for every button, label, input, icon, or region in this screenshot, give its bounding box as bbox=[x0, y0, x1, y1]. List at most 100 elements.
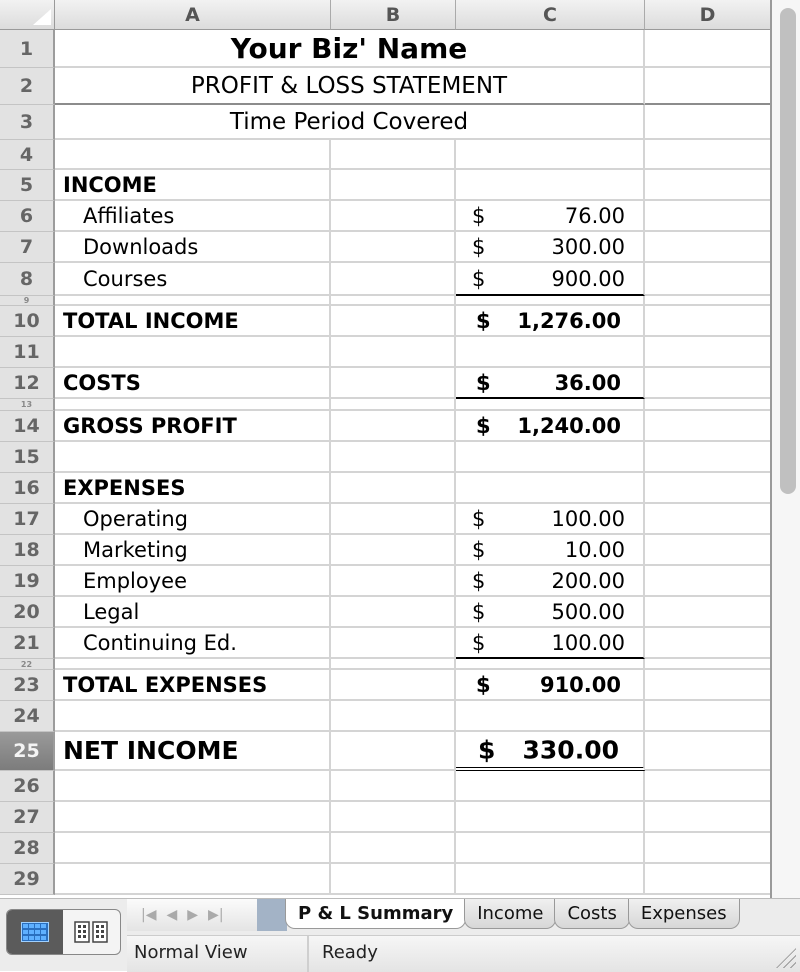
cell-a20[interactable]: Legal bbox=[55, 597, 331, 628]
cell-a4[interactable] bbox=[55, 140, 331, 170]
cell-b17[interactable] bbox=[331, 504, 456, 535]
cell-d22[interactable] bbox=[645, 659, 770, 670]
cell-b4[interactable] bbox=[331, 140, 456, 170]
cell-a29[interactable] bbox=[55, 864, 331, 895]
row-header[interactable]: 12 bbox=[0, 368, 55, 399]
cell-a7[interactable]: Downloads bbox=[55, 232, 331, 263]
cell-d25[interactable] bbox=[645, 732, 770, 771]
cell-c7[interactable]: $300.00 bbox=[456, 232, 645, 263]
cell-a19[interactable]: Employee bbox=[55, 566, 331, 597]
cell-a26[interactable] bbox=[55, 771, 331, 802]
cell-d19[interactable] bbox=[645, 566, 770, 597]
row-header[interactable]: 24 bbox=[0, 701, 55, 732]
cell-a11[interactable] bbox=[55, 337, 331, 368]
cell-b6[interactable] bbox=[331, 201, 456, 232]
row-header[interactable]: 17 bbox=[0, 504, 55, 535]
row-header[interactable]: 22 bbox=[0, 659, 55, 670]
cell-c14[interactable]: $1,240.00 bbox=[456, 411, 645, 442]
cell-c23[interactable]: $910.00 bbox=[456, 670, 645, 701]
last-sheet-icon[interactable]: ▶| bbox=[208, 907, 223, 923]
cell-d20[interactable] bbox=[645, 597, 770, 628]
cell-a28[interactable] bbox=[55, 833, 331, 864]
cell-d24[interactable] bbox=[645, 701, 770, 732]
statement-title-cell[interactable]: PROFIT & LOSS STATEMENT bbox=[55, 68, 645, 105]
cell-b24[interactable] bbox=[331, 701, 456, 732]
cell-a23[interactable]: TOTAL EXPENSES bbox=[55, 670, 331, 701]
cell-b29[interactable] bbox=[331, 864, 456, 895]
tab-split-handle[interactable] bbox=[257, 899, 287, 931]
cell-d7[interactable] bbox=[645, 232, 770, 263]
cell-c15[interactable] bbox=[456, 442, 645, 473]
cell-d3[interactable] bbox=[645, 105, 770, 140]
cell-c29[interactable] bbox=[456, 864, 645, 895]
cell-c26[interactable] bbox=[456, 771, 645, 802]
cell-a6[interactable]: Affiliates bbox=[55, 201, 331, 232]
cell-b7[interactable] bbox=[331, 232, 456, 263]
cell-c24[interactable] bbox=[456, 701, 645, 732]
select-all-corner[interactable] bbox=[0, 0, 55, 30]
business-name-cell[interactable]: Your Biz' Name bbox=[55, 30, 645, 68]
row-header[interactable]: 21 bbox=[0, 628, 55, 659]
row-header[interactable]: 13 bbox=[0, 399, 55, 411]
row-header[interactable]: 26 bbox=[0, 771, 55, 802]
cell-c28[interactable] bbox=[456, 833, 645, 864]
cell-b28[interactable] bbox=[331, 833, 456, 864]
cell-b16[interactable] bbox=[331, 473, 456, 504]
cell-d27[interactable] bbox=[645, 802, 770, 833]
cell-a24[interactable] bbox=[55, 701, 331, 732]
cell-d1[interactable] bbox=[645, 30, 770, 68]
cell-d18[interactable] bbox=[645, 535, 770, 566]
cell-d21[interactable] bbox=[645, 628, 770, 659]
column-header-a[interactable]: A bbox=[55, 0, 331, 30]
cell-b21[interactable] bbox=[331, 628, 456, 659]
cell-c27[interactable] bbox=[456, 802, 645, 833]
cell-c12[interactable]: $36.00 bbox=[456, 368, 645, 399]
cell-c6[interactable]: $76.00 bbox=[456, 201, 645, 232]
cell-d2[interactable] bbox=[645, 68, 770, 105]
cell-b13[interactable] bbox=[331, 399, 456, 411]
row-header[interactable]: 4 bbox=[0, 140, 55, 170]
cell-b5[interactable] bbox=[331, 170, 456, 201]
cell-a25[interactable]: NET INCOME bbox=[55, 732, 331, 771]
cell-d29[interactable] bbox=[645, 864, 770, 895]
row-header-selected[interactable]: 25 bbox=[0, 732, 55, 771]
scrollbar-thumb[interactable] bbox=[780, 8, 796, 494]
cell-c19[interactable]: $200.00 bbox=[456, 566, 645, 597]
row-header[interactable]: 23 bbox=[0, 670, 55, 701]
row-header[interactable]: 7 bbox=[0, 232, 55, 263]
cell-b27[interactable] bbox=[331, 802, 456, 833]
row-header[interactable]: 10 bbox=[0, 306, 55, 337]
cell-a12[interactable]: COSTS bbox=[55, 368, 331, 399]
cell-b14[interactable] bbox=[331, 411, 456, 442]
row-header[interactable]: 5 bbox=[0, 170, 55, 201]
cell-b20[interactable] bbox=[331, 597, 456, 628]
cell-a16[interactable]: EXPENSES bbox=[55, 473, 331, 504]
next-sheet-icon[interactable]: ▶ bbox=[187, 907, 198, 923]
tab-pl-summary[interactable]: P & L Summary bbox=[285, 899, 467, 929]
row-header[interactable]: 9 bbox=[0, 296, 55, 306]
cell-d4[interactable] bbox=[645, 140, 770, 170]
tab-expenses[interactable]: Expenses bbox=[627, 899, 740, 929]
cell-d12[interactable] bbox=[645, 368, 770, 399]
cell-a17[interactable]: Operating bbox=[55, 504, 331, 535]
row-header[interactable]: 18 bbox=[0, 535, 55, 566]
cell-c18[interactable]: $10.00 bbox=[456, 535, 645, 566]
cell-a14[interactable]: GROSS PROFIT bbox=[55, 411, 331, 442]
cell-a21[interactable]: Continuing Ed. bbox=[55, 628, 331, 659]
cell-a15[interactable] bbox=[55, 442, 331, 473]
row-header[interactable]: 11 bbox=[0, 337, 55, 368]
row-header[interactable]: 19 bbox=[0, 566, 55, 597]
cell-b23[interactable] bbox=[331, 670, 456, 701]
first-sheet-icon[interactable]: |◀ bbox=[141, 907, 156, 923]
cell-d16[interactable] bbox=[645, 473, 770, 504]
cell-d17[interactable] bbox=[645, 504, 770, 535]
cell-a10[interactable]: TOTAL INCOME bbox=[55, 306, 331, 337]
cell-d23[interactable] bbox=[645, 670, 770, 701]
cell-b9[interactable] bbox=[331, 296, 456, 306]
cell-c21[interactable]: $100.00 bbox=[456, 628, 645, 659]
cell-a5[interactable]: INCOME bbox=[55, 170, 331, 201]
column-header-d[interactable]: D bbox=[645, 0, 770, 30]
row-header[interactable]: 20 bbox=[0, 597, 55, 628]
cell-d6[interactable] bbox=[645, 201, 770, 232]
cell-a27[interactable] bbox=[55, 802, 331, 833]
